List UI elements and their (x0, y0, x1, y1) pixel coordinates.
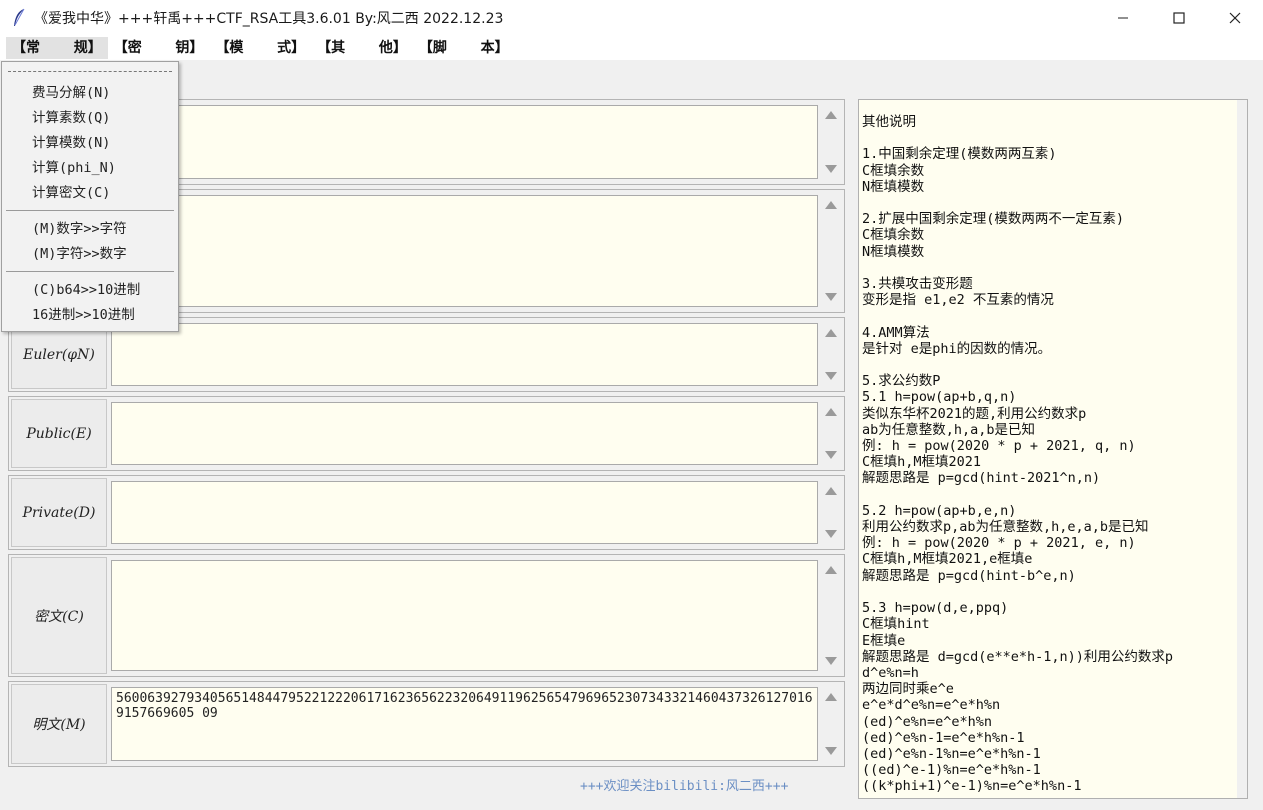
ciphertext-scrollbar[interactable] (820, 560, 842, 671)
plaintext-row: 明文(M) 5600639279340565148447952212220617… (8, 681, 845, 767)
notes-scrollbar[interactable] (1237, 100, 1247, 798)
scroll-up-icon[interactable] (825, 487, 837, 495)
public-input[interactable] (111, 402, 818, 465)
private-row: Private(D) (8, 475, 845, 550)
menu-item-calc-modulus[interactable]: 计算模数(N) (32, 133, 110, 153)
plaintext-label: 明文(M) (11, 684, 107, 764)
menu-separator (6, 210, 174, 211)
general-dropdown-menu: 费马分解(N) 计算素数(Q) 计算模数(N) 计算(phi_N) 计算密文(C… (1, 61, 179, 332)
menu-item-char-to-num[interactable]: (M)字符>>数字 (32, 244, 127, 264)
menu-general[interactable]: 【常 规】 (6, 37, 108, 59)
notes-panel[interactable]: 其他说明 1.中国剩余定理(模数两两互素) C框填余数 N框填模数 2.扩展中国… (858, 99, 1248, 799)
menu-item-calc-prime[interactable]: 计算素数(Q) (32, 108, 110, 128)
feather-icon (14, 8, 25, 26)
maximize-button[interactable] (1151, 0, 1207, 36)
scroll-up-icon[interactable] (825, 693, 837, 701)
plaintext-input[interactable]: 5600639279340565148447952212220617162365… (111, 687, 818, 761)
scroll-up-icon[interactable] (825, 111, 837, 119)
scroll-down-icon[interactable] (825, 747, 837, 755)
menu-mode[interactable]: 【模 式】 (209, 37, 311, 59)
maximize-icon (1173, 12, 1185, 24)
ciphertext-input[interactable] (111, 560, 818, 671)
public-scrollbar[interactable] (820, 402, 842, 465)
scroll-up-icon[interactable] (825, 329, 837, 337)
close-button[interactable] (1207, 0, 1263, 36)
window-title: 《爱我中华》+++轩禹+++CTF_RSA工具3.6.01 By:风二西 202… (34, 11, 504, 27)
private-input[interactable] (111, 481, 818, 544)
field-input-1[interactable] (111, 105, 818, 179)
menu-script[interactable]: 【脚 本】 (413, 37, 515, 59)
menu-item-calc-ciphertext[interactable]: 计算密文(C) (32, 183, 110, 203)
menu-other[interactable]: 【其 他】 (311, 37, 413, 59)
menu-keys[interactable]: 【密 钥】 (108, 37, 210, 59)
scroll-down-icon[interactable] (825, 165, 837, 173)
scroll-up-icon[interactable] (825, 408, 837, 416)
private-scrollbar[interactable] (820, 481, 842, 544)
ciphertext-row: 密文(C) (8, 554, 845, 677)
menu-separator (6, 271, 174, 272)
euler-scrollbar[interactable] (820, 323, 842, 386)
scroll-down-icon[interactable] (825, 372, 837, 380)
public-row: Public(E) (8, 396, 845, 471)
minimize-icon (1118, 17, 1128, 19)
menu-item-b64-to-dec[interactable]: (C)b64>>10进制 (32, 280, 140, 300)
private-label: Private(D) (11, 478, 107, 547)
scroll-down-icon[interactable] (825, 451, 837, 459)
minimize-button[interactable] (1095, 0, 1151, 36)
public-label: Public(E) (11, 399, 107, 468)
footer-credit: +++欢迎关注bilibili:风二西+++ (580, 779, 789, 794)
menu-bar: 【常 规】 【密 钥】 【模 式】 【其 他】 【脚 本】 (0, 36, 1263, 60)
scroll-up-icon[interactable] (825, 201, 837, 209)
menu-item-fermat-factor[interactable]: 费马分解(N) (32, 83, 110, 103)
euler-input[interactable] (111, 323, 818, 386)
scroll-down-icon[interactable] (825, 657, 837, 665)
scroll-down-icon[interactable] (825, 293, 837, 301)
title-bar: 《爱我中华》+++轩禹+++CTF_RSA工具3.6.01 By:风二西 202… (0, 0, 1263, 36)
tearoff-line[interactable] (8, 71, 172, 72)
field-input-2[interactable] (111, 195, 818, 307)
close-icon (1229, 12, 1241, 24)
menu-item-hex-to-dec[interactable]: 16进制>>10进制 (32, 305, 135, 325)
menu-item-calc-phi[interactable]: 计算(phi_N) (32, 158, 116, 178)
plaintext-scrollbar[interactable] (820, 687, 842, 761)
scroll-up-icon[interactable] (825, 566, 837, 574)
notes-text: 其他说明 1.中国剩余定理(模数两两互素) C框填余数 N框填模数 2.扩展中国… (862, 114, 1174, 795)
menu-item-num-to-char[interactable]: (M)数字>>字符 (32, 219, 127, 239)
field-scrollbar-2[interactable] (820, 195, 842, 307)
ciphertext-label: 密文(C) (11, 557, 107, 674)
field-scrollbar-1[interactable] (820, 105, 842, 179)
scroll-down-icon[interactable] (825, 530, 837, 538)
